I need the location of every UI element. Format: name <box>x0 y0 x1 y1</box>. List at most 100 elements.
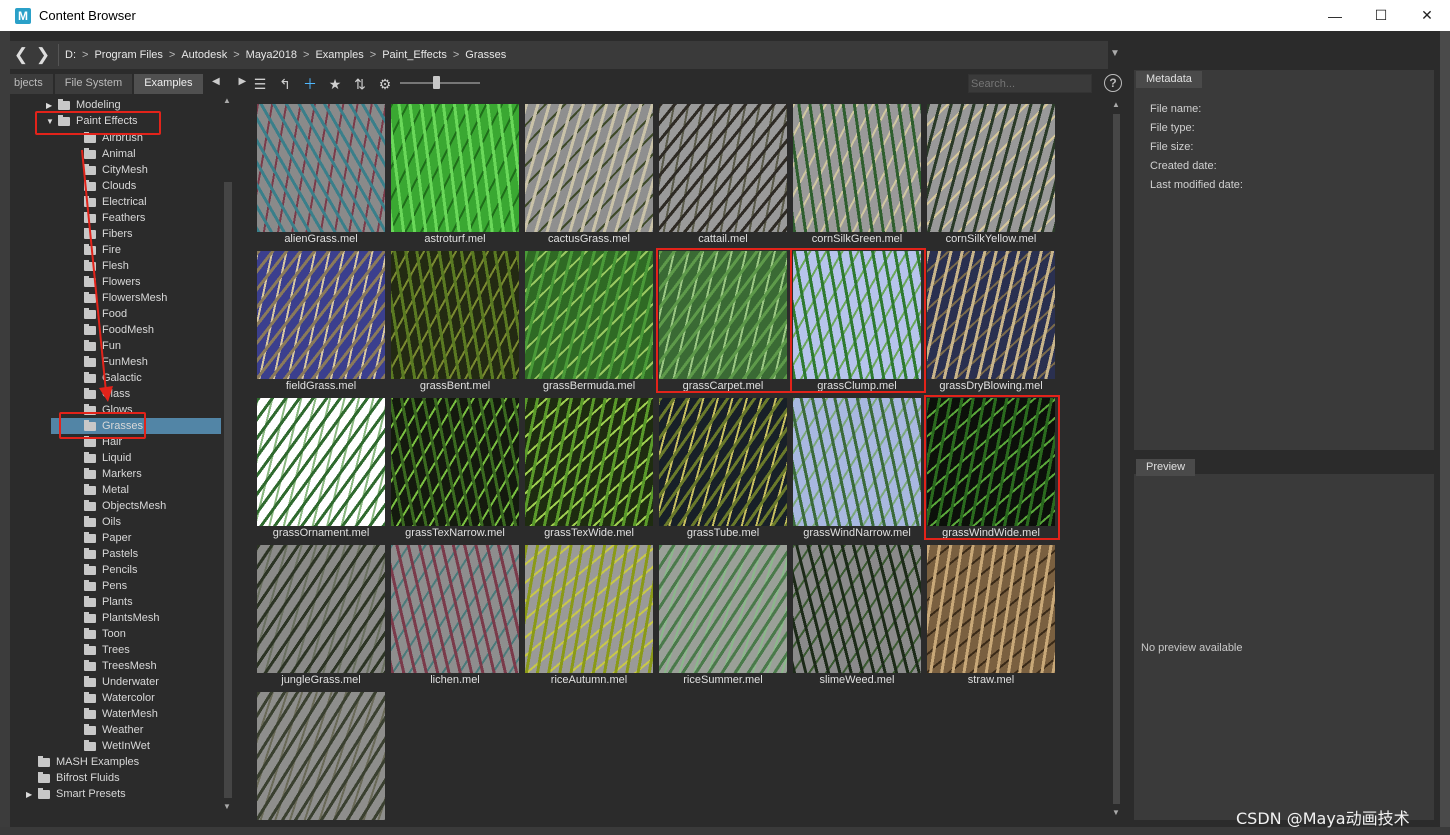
grid-scrollbar[interactable]: ▲ ▼ <box>1110 98 1124 820</box>
tree-item[interactable]: Food <box>72 306 127 322</box>
scroll-down-icon[interactable]: ▼ <box>223 802 231 811</box>
scroll-down-icon[interactable]: ▼ <box>1112 808 1120 817</box>
tree-item[interactable]: Paper <box>72 530 131 546</box>
file-thumbnail[interactable]: slimeWeed.mel <box>793 545 921 691</box>
file-thumbnail[interactable]: cattail.mel <box>659 104 787 250</box>
breadcrumb-item[interactable]: Paint_Effects <box>382 49 447 61</box>
tree-item[interactable]: TreesMesh <box>72 658 157 674</box>
tab-file-system[interactable]: File System <box>54 74 133 94</box>
sort-icon[interactable]: ⇅ <box>350 75 370 93</box>
tree-item[interactable]: Fire <box>72 242 121 258</box>
slider-handle[interactable] <box>433 76 440 89</box>
close-button[interactable]: ✕ <box>1404 0 1450 31</box>
tree-item[interactable]: Trees <box>72 642 130 658</box>
tab-examples[interactable]: Examples <box>134 74 203 94</box>
file-thumbnail[interactable]: grassBermuda.mel <box>525 251 653 397</box>
file-thumbnail[interactable]: astroturf.mel <box>391 104 519 250</box>
minimize-button[interactable]: — <box>1312 0 1358 31</box>
tree-item[interactable]: Toon <box>72 626 126 642</box>
expander-icon[interactable]: ▶ <box>26 790 36 799</box>
tab-preview[interactable]: Preview <box>1136 459 1196 476</box>
file-thumbnail[interactable]: riceSummer.mel <box>659 545 787 691</box>
tree-item[interactable]: Pencils <box>72 562 137 578</box>
tree-item[interactable]: FoodMesh <box>72 322 154 338</box>
help-icon[interactable]: ? <box>1104 74 1122 92</box>
breadcrumb-item[interactable]: Examples <box>315 49 363 61</box>
scroll-up-icon[interactable]: ▲ <box>223 96 231 105</box>
tree-item[interactable]: Pastels <box>72 546 138 562</box>
breadcrumb-item[interactable]: Maya2018 <box>246 49 297 61</box>
go-up-icon[interactable]: ↰ <box>275 75 295 93</box>
expander-icon[interactable]: ▶ <box>46 101 56 110</box>
breadcrumb-item[interactable]: D: <box>65 49 76 61</box>
tree-item[interactable]: Underwater <box>72 674 159 690</box>
tree-item[interactable]: Markers <box>72 466 142 482</box>
meta-created-date: Created date: <box>1150 160 1217 172</box>
file-thumbnail[interactable]: grassDryBlowing.mel <box>927 251 1055 397</box>
tree-item[interactable]: Watercolor <box>72 690 155 706</box>
file-thumbnail[interactable]: cornSilkGreen.mel <box>793 104 921 250</box>
tree-item[interactable]: ObjectsMesh <box>72 498 166 514</box>
scroll-up-icon[interactable]: ▲ <box>1112 100 1120 109</box>
file-thumbnail[interactable]: riceAutumn.mel <box>525 545 653 691</box>
file-thumbnail[interactable]: grassBent.mel <box>391 251 519 397</box>
file-thumbnail[interactable]: grassTube.mel <box>659 398 787 544</box>
tree-item[interactable]: Liquid <box>72 450 131 466</box>
tree-item[interactable]: Bifrost Fluids <box>26 770 120 786</box>
tree-item[interactable]: FunMesh <box>72 354 148 370</box>
file-thumbnail[interactable]: cornSilkYellow.mel <box>927 104 1055 250</box>
tab-objects[interactable]: bjects <box>10 74 53 94</box>
tab-metadata[interactable]: Metadata <box>1136 71 1202 88</box>
breadcrumb-item[interactable]: Autodesk <box>181 49 227 61</box>
file-thumbnail[interactable]: jungleGrass.mel <box>257 545 385 691</box>
search-input[interactable] <box>968 74 1092 93</box>
forward-arrow-icon[interactable]: ❯ <box>32 43 54 67</box>
file-thumbnail[interactable]: cactusGrass.mel <box>525 104 653 250</box>
list-view-icon[interactable]: ☰ <box>250 75 270 93</box>
bookmark-star-icon[interactable]: ★ <box>325 75 345 93</box>
file-thumbnail[interactable]: grassTexNarrow.mel <box>391 398 519 544</box>
file-thumbnail[interactable]: alienGrass.mel <box>257 104 385 250</box>
tree-item[interactable]: WetInWet <box>72 738 150 754</box>
tree-item[interactable]: CityMesh <box>72 162 148 178</box>
file-thumbnail[interactable]: grassWindNarrow.mel <box>793 398 921 544</box>
grid-scroll-thumb[interactable] <box>1113 114 1120 804</box>
tree-item[interactable]: Weather <box>72 722 143 738</box>
tree-item[interactable]: Pens <box>72 578 127 594</box>
tree-item[interactable]: Plants <box>72 594 133 610</box>
file-thumbnail[interactable]: fieldGrass.mel <box>257 251 385 397</box>
breadcrumb-item[interactable]: Grasses <box>465 49 506 61</box>
tree-item[interactable]: Oils <box>72 514 121 530</box>
tree-item[interactable]: ▶ Smart Presets <box>26 786 126 802</box>
tree-item[interactable]: Flowers <box>72 274 141 290</box>
file-thumbnail[interactable] <box>257 692 385 820</box>
breadcrumb-item[interactable]: Program Files <box>94 49 162 61</box>
tab-scroll-arrows-icon[interactable]: ◀ ▶ <box>212 76 254 87</box>
tree-item[interactable]: Flesh <box>72 258 129 274</box>
tree-item[interactable]: Feathers <box>72 210 145 226</box>
tree-item[interactable]: MASH Examples <box>26 754 139 770</box>
tree-scroll-thumb[interactable] <box>224 182 232 798</box>
gear-icon[interactable]: ⚙ <box>375 75 395 93</box>
file-thumbnail[interactable]: grassOrnament.mel <box>257 398 385 544</box>
thumbnail-size-slider[interactable] <box>400 82 480 84</box>
back-arrow-icon[interactable]: ❮ <box>10 43 32 67</box>
file-thumbnail[interactable]: lichen.mel <box>391 545 519 691</box>
tree-item[interactable]: Animal <box>72 146 136 162</box>
tree-item[interactable]: Galactic <box>72 370 142 386</box>
tree-item[interactable]: Fun <box>72 338 121 354</box>
tree-scrollbar[interactable]: ▲ ▼ <box>222 96 234 814</box>
tree-item[interactable]: Clouds <box>72 178 136 194</box>
tree-item[interactable]: Fibers <box>72 226 133 242</box>
path-dropdown-icon[interactable]: ▼ <box>1110 48 1120 59</box>
tree-item[interactable]: Electrical <box>72 194 147 210</box>
new-folder-icon[interactable]: ＋ <box>300 75 320 93</box>
tree-item[interactable]: Metal <box>72 482 129 498</box>
tree-item[interactable]: FlowersMesh <box>72 290 167 306</box>
file-thumbnail[interactable]: straw.mel <box>927 545 1055 691</box>
maximize-button[interactable]: ☐ <box>1358 0 1404 31</box>
file-thumbnail[interactable]: grassTexWide.mel <box>525 398 653 544</box>
tree-item[interactable]: PlantsMesh <box>72 610 159 626</box>
tree-item[interactable]: Glass <box>72 386 130 402</box>
tree-item[interactable]: WaterMesh <box>72 706 158 722</box>
